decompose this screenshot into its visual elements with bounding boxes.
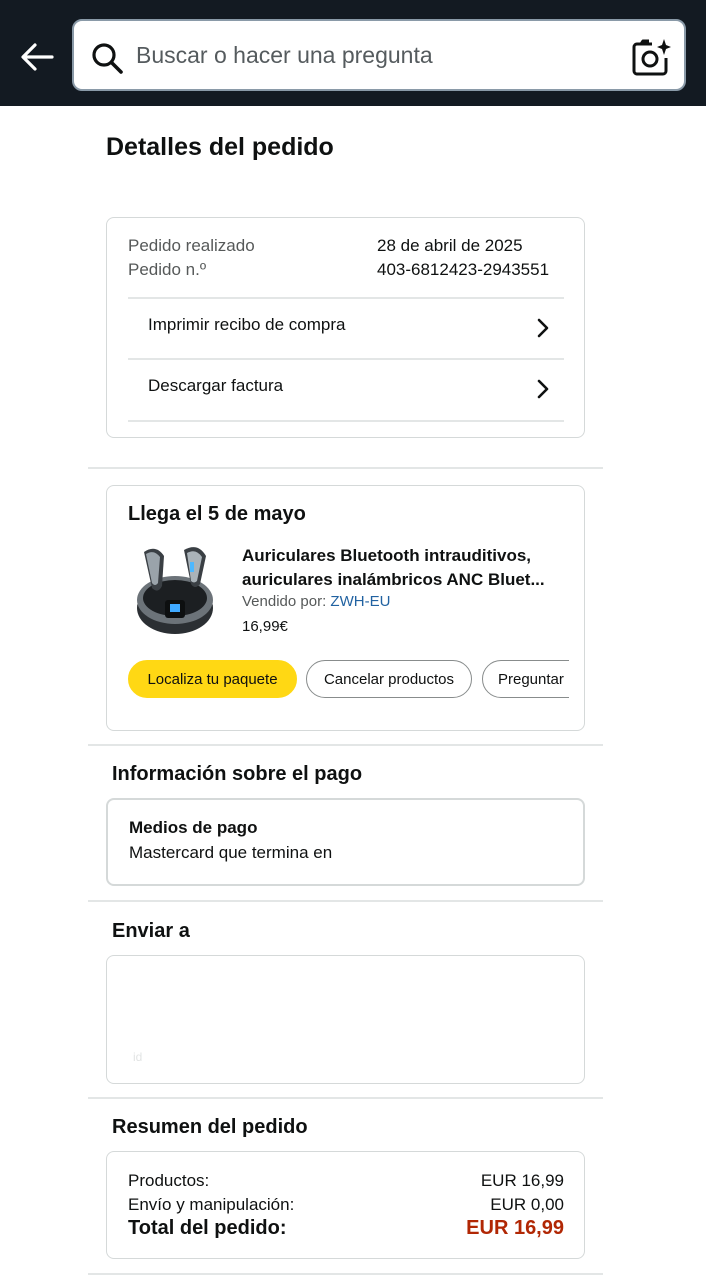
delivery-date-title: Llega el 5 de mayo bbox=[128, 503, 306, 525]
total-value: EUR 16,99 bbox=[466, 1217, 564, 1239]
product-image[interactable] bbox=[132, 542, 218, 636]
section-divider bbox=[88, 900, 603, 902]
shipping-address-card: id bbox=[106, 955, 585, 1084]
summary-row-shipping: Envío y manipulación: EUR 0,00 bbox=[128, 1193, 564, 1217]
product-title-line: Auriculares Bluetooth intrauditivos, bbox=[242, 546, 532, 565]
address-text: id bbox=[133, 1050, 143, 1064]
back-arrow-icon bbox=[21, 43, 54, 71]
order-date-label: Pedido realizado bbox=[128, 236, 255, 255]
product-title-line: auriculares inalámbricos ANC Bluet... bbox=[242, 570, 545, 589]
order-date-value: 28 de abril de 2025 bbox=[377, 236, 523, 255]
summary-label: Envío y manipulación: bbox=[128, 1195, 295, 1214]
seller-link[interactable]: ZWH-EU bbox=[330, 593, 390, 610]
sold-by: Vendido por: ZWH-EU bbox=[242, 593, 390, 610]
action-buttons-row[interactable]: Localiza tu paquete Cancelar productos P… bbox=[128, 660, 569, 700]
payment-card[interactable]: Medios de pago Mastercard que termina en bbox=[106, 798, 585, 886]
section-divider bbox=[88, 744, 603, 746]
back-button[interactable] bbox=[14, 36, 60, 78]
section-divider bbox=[88, 1273, 603, 1275]
cancel-items-button[interactable]: Cancelar productos bbox=[306, 660, 472, 698]
order-info-card: Pedido realizado 28 de abril de 2025 Ped… bbox=[106, 217, 585, 438]
section-divider bbox=[88, 467, 603, 469]
chevron-right-icon bbox=[537, 318, 549, 338]
product-price: 16,99€ bbox=[242, 618, 288, 635]
section-divider bbox=[88, 1097, 603, 1099]
top-header bbox=[0, 0, 706, 106]
total-label: Total del pedido: bbox=[128, 1217, 287, 1239]
order-date-row: Pedido realizado 28 de abril de 2025 bbox=[128, 234, 564, 258]
order-summary-card: Productos: EUR 16,99 Envío y manipulació… bbox=[106, 1151, 585, 1259]
print-receipt-label: Imprimir recibo de compra bbox=[148, 315, 346, 334]
product-title-link[interactable]: Auriculares Bluetooth intrauditivos, aur… bbox=[242, 544, 562, 592]
ship-to-section-title: Enviar a bbox=[112, 920, 190, 942]
sold-by-label: Vendido por: bbox=[242, 593, 327, 610]
search-input[interactable] bbox=[136, 35, 616, 75]
download-invoice-link[interactable]: Descargar factura bbox=[128, 359, 564, 419]
summary-value: EUR 0,00 bbox=[490, 1195, 564, 1214]
search-bar[interactable] bbox=[72, 19, 686, 91]
summary-value: EUR 16,99 bbox=[480, 1171, 564, 1190]
search-icon bbox=[92, 43, 123, 74]
summary-row-total: Total del pedido: EUR 16,99 bbox=[128, 1216, 564, 1240]
payment-method-value: Mastercard que termina en bbox=[129, 843, 333, 862]
order-summary-title: Resumen del pedido bbox=[112, 1116, 308, 1138]
summary-label: Productos: bbox=[128, 1171, 210, 1190]
page-title: Detalles del pedido bbox=[106, 133, 334, 161]
divider bbox=[128, 420, 564, 422]
camera-search-icon[interactable] bbox=[632, 38, 672, 76]
summary-row-items: Productos: EUR 16,99 bbox=[128, 1169, 564, 1193]
download-invoice-label: Descargar factura bbox=[148, 376, 284, 395]
payment-method-label: Medios de pago bbox=[129, 818, 258, 837]
track-package-button[interactable]: Localiza tu paquete bbox=[128, 660, 297, 698]
print-receipt-link[interactable]: Imprimir recibo de compra bbox=[128, 298, 564, 358]
chevron-right-icon bbox=[537, 379, 549, 399]
order-number-row: Pedido n.º 403-6812423-2943551 bbox=[128, 258, 564, 282]
order-number-label: Pedido n.º bbox=[128, 260, 207, 279]
order-number-value: 403-6812423-2943551 bbox=[377, 260, 550, 279]
ask-question-button[interactable]: Preguntar bbox=[482, 660, 569, 698]
payment-section-title: Información sobre el pago bbox=[112, 763, 363, 785]
delivery-card: Llega el 5 de mayo Auriculares Bluetooth… bbox=[106, 485, 585, 731]
